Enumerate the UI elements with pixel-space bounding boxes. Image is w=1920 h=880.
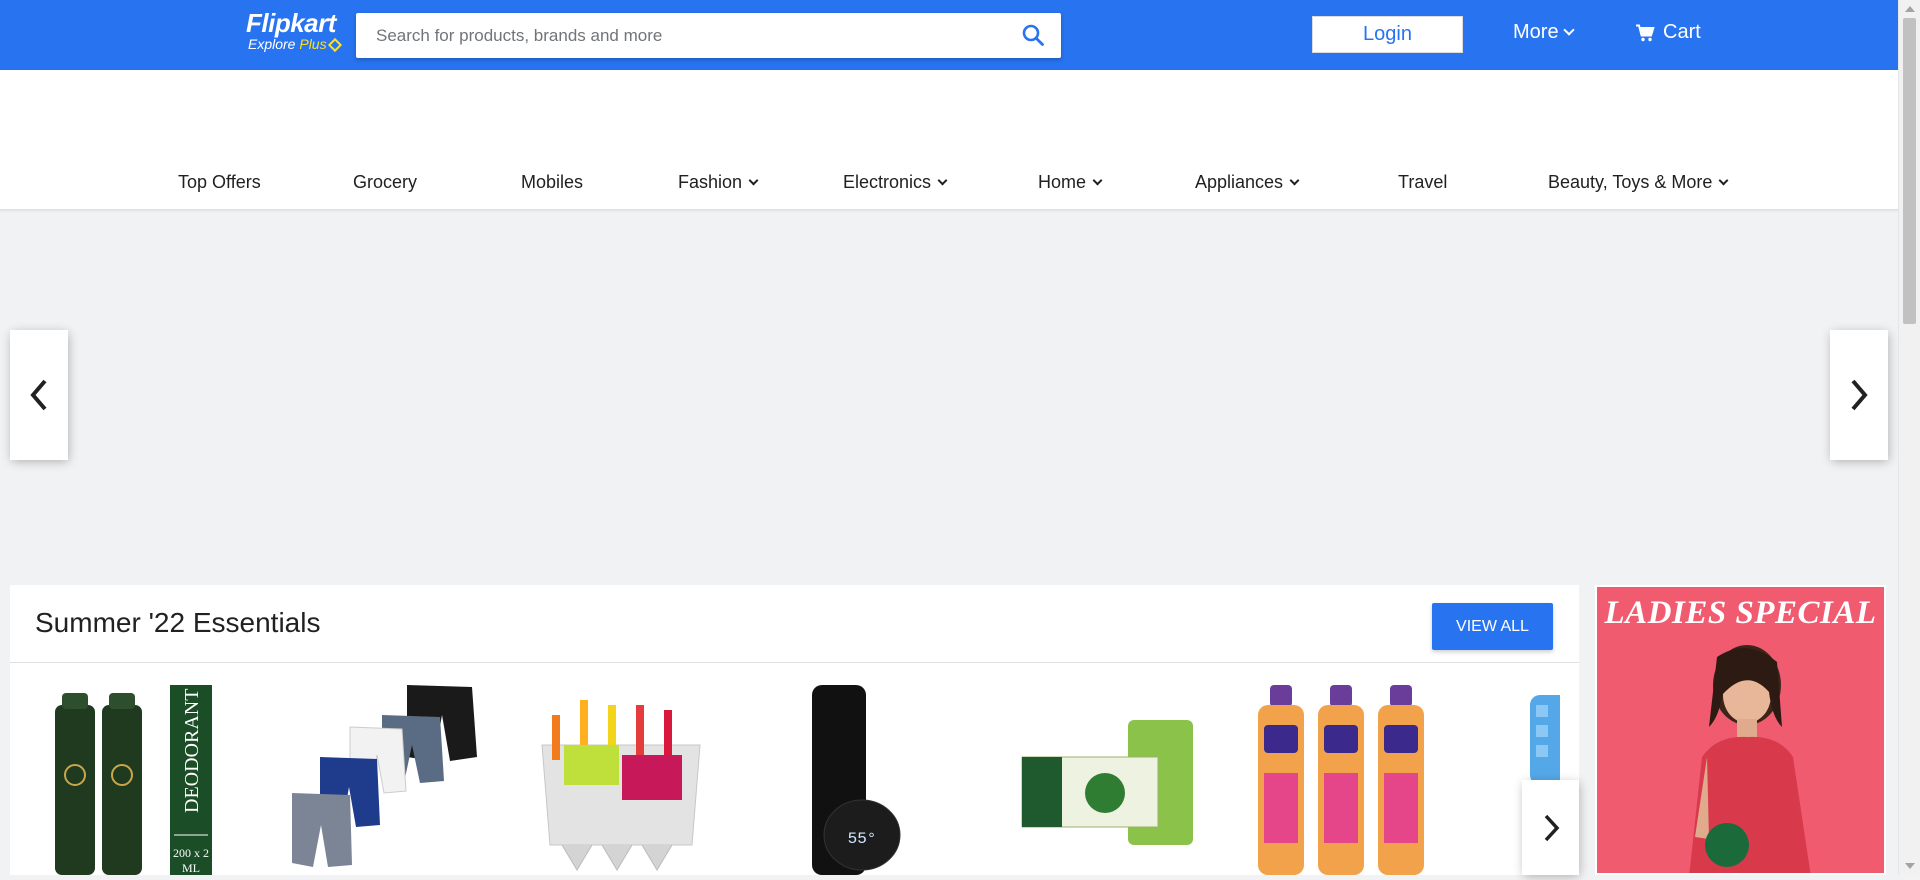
nav-item-appliances[interactable]: Appliances xyxy=(1195,172,1300,193)
products-next-button[interactable] xyxy=(1522,780,1579,875)
flipkart-logo[interactable]: Flipkart Explore Plus xyxy=(246,8,342,53)
chevron-right-icon xyxy=(1851,379,1868,411)
product-soap[interactable] xyxy=(1010,685,1210,875)
chevron-left-icon xyxy=(30,379,47,411)
nav-item-top-offers[interactable]: Top Offers xyxy=(178,172,261,193)
nav-item-electronics[interactable]: Electronics xyxy=(843,172,948,193)
product-smart-bottle[interactable]: 55° xyxy=(762,685,962,875)
product-ice-mold[interactable] xyxy=(522,685,722,875)
banner-prev-button[interactable] xyxy=(10,330,68,460)
nav-item-grocery[interactable]: Grocery xyxy=(353,172,417,193)
product-deodorant[interactable]: DEODORANT 200 x 2 ML xyxy=(42,685,242,875)
search-input[interactable] xyxy=(356,13,996,58)
cart-label: Cart xyxy=(1663,21,1701,43)
summer-essentials-section: Summer '22 Essentials VIEW ALL DEODORANT… xyxy=(10,585,1579,875)
cart-button[interactable]: Cart xyxy=(1635,21,1701,44)
scroll-thumb[interactable] xyxy=(1903,18,1916,324)
brand-tagline: Explore Plus xyxy=(248,36,342,53)
ice-mold-image xyxy=(541,700,701,871)
nav-item-home[interactable]: Home xyxy=(1038,172,1103,193)
cart-icon xyxy=(1636,24,1655,41)
deodorant-unit: ML xyxy=(182,861,200,875)
chevron-down-icon xyxy=(1718,175,1729,185)
top-header: Flipkart Explore Plus Login More Cart xyxy=(0,0,1898,70)
deodorant-image: DEODORANT 200 x 2 ML xyxy=(55,685,212,875)
ladies-special-ad[interactable]: LADIES SPECIAL xyxy=(1595,585,1886,875)
model-image xyxy=(1689,645,1811,873)
product-shorts[interactable] xyxy=(282,685,482,875)
face-wash-image xyxy=(1258,685,1424,875)
chevron-down-icon xyxy=(937,175,948,185)
scroll-down-icon[interactable] xyxy=(1905,863,1915,869)
page-scrollbar[interactable] xyxy=(1898,0,1920,875)
banner-next-button[interactable] xyxy=(1830,330,1888,460)
bottle-temperature: 55° xyxy=(848,830,877,848)
search-bar xyxy=(356,13,1061,58)
plus-icon xyxy=(327,38,342,53)
divider xyxy=(10,662,1579,663)
chevron-right-icon xyxy=(1544,814,1559,841)
brand-name: Flipkart xyxy=(246,8,336,38)
shorts-image xyxy=(292,685,477,867)
deodorant-size: 200 x 2 xyxy=(173,846,209,860)
nav-item-mobiles[interactable]: Mobiles xyxy=(521,172,583,193)
nav-item-beauty-toys-more[interactable]: Beauty, Toys & More xyxy=(1548,172,1729,193)
section-title: Summer '22 Essentials xyxy=(35,607,321,638)
login-button[interactable]: Login xyxy=(1312,16,1463,53)
category-nav: Top Offers Grocery Mobiles Fashion Elect… xyxy=(0,70,1898,210)
more-menu[interactable]: More xyxy=(1513,21,1575,44)
nav-item-travel[interactable]: Travel xyxy=(1398,172,1447,193)
product-face-wash[interactable] xyxy=(1250,685,1450,875)
view-all-button[interactable]: VIEW ALL xyxy=(1432,603,1553,650)
chevron-down-icon xyxy=(1289,175,1300,185)
chevron-down-icon xyxy=(1092,175,1103,185)
deodorant-label: DEODORANT xyxy=(181,689,203,813)
search-icon[interactable] xyxy=(1021,23,1045,47)
smart-bottle-image: 55° xyxy=(812,685,901,875)
chevron-down-icon xyxy=(748,175,759,185)
more-label: More xyxy=(1513,21,1559,43)
nav-item-fashion[interactable]: Fashion xyxy=(678,172,759,193)
scroll-up-icon[interactable] xyxy=(1905,6,1915,12)
soap-image xyxy=(1021,720,1193,845)
chevron-down-icon xyxy=(1562,24,1575,36)
